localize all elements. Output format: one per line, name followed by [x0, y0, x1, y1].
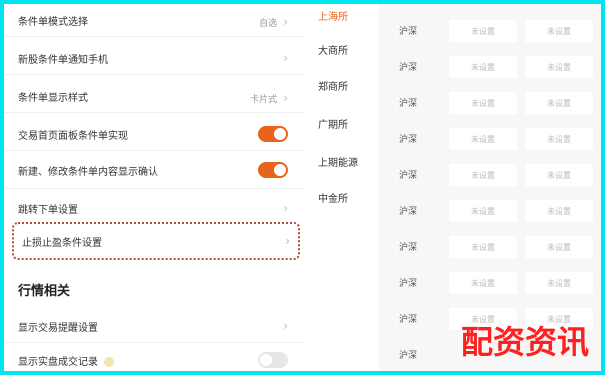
- grid-label: 沪深: [399, 99, 418, 109]
- grid-cell[interactable]: 未设置: [525, 236, 593, 258]
- setting-label: 止损止盈条件设置: [22, 237, 102, 249]
- grid-cell[interactable]: 未设置: [449, 164, 517, 186]
- exchange-item[interactable]: 大商所: [318, 42, 368, 57]
- exchange-item[interactable]: 郑商所: [318, 78, 368, 93]
- chevron-right-icon: ›: [283, 14, 288, 29]
- grid-label: 沪深: [399, 207, 418, 217]
- setting-row-notify-phone[interactable]: 新股条件单通知手机 ›: [18, 44, 288, 72]
- exchange-item[interactable]: 上期能源: [318, 154, 368, 169]
- exchange-list: 上海所 大商所 郑商所 广期所 上期能源 中金所: [304, 4, 379, 371]
- grid-cell[interactable]: 未设置: [525, 128, 593, 150]
- app-frame: 条件单模式选择 自选 › 新股条件单通知手机 › 条件单显示样式 卡片式 › 交易首…: [4, 4, 601, 371]
- setting-label: 显示实盘成交记录: [18, 353, 114, 368]
- setting-label: 新建、修改条件单内容显示确认: [18, 166, 158, 178]
- section-title: 行情相关: [18, 284, 71, 299]
- grid-label: 沪深: [399, 27, 418, 37]
- grid-row: 沪深 未设置 未设置: [379, 232, 601, 262]
- grid-label: 沪深: [399, 135, 418, 145]
- divider: [4, 36, 304, 37]
- exchange-item[interactable]: 广期所: [318, 116, 368, 131]
- settings-panel: 条件单模式选择 自选 › 新股条件单通知手机 › 条件单显示样式 卡片式 › 交易首…: [4, 4, 304, 371]
- grid-cell[interactable]: 未设置: [525, 92, 593, 114]
- exchange-item[interactable]: 上海所: [318, 8, 368, 23]
- divider: [4, 342, 304, 343]
- grid-label: 沪深: [399, 279, 418, 289]
- grid-label: 沪深: [399, 315, 418, 325]
- setting-row-trade-reminder[interactable]: 显示交易提醒设置 ›: [18, 312, 288, 340]
- grid-label: 沪深: [399, 171, 418, 181]
- setting-label: 条件单显示样式: [18, 92, 88, 104]
- divider: [4, 74, 304, 75]
- grid-cell[interactable]: 未设置: [525, 56, 593, 78]
- grid-label: 沪深: [399, 63, 418, 73]
- setting-label: 显示交易提醒设置: [18, 322, 98, 334]
- setting-value: 自选: [259, 18, 278, 29]
- grid-cell[interactable]: 未设置: [525, 272, 593, 294]
- grid-row: 沪深 未设置 未设置: [379, 124, 601, 154]
- setting-label: 新股条件单通知手机: [18, 54, 108, 66]
- grid-label: 沪深: [399, 351, 418, 361]
- setting-row-display-style[interactable]: 条件单显示样式 卡片式 ›: [18, 82, 288, 110]
- setting-label: 交易首页面板条件单实现: [18, 130, 128, 142]
- setting-label: 跳转下单设置: [18, 204, 78, 216]
- chevron-right-icon: ›: [283, 201, 288, 215]
- grid-cell[interactable]: 未设置: [449, 128, 517, 150]
- grid-cell[interactable]: 未设置: [449, 92, 517, 114]
- grid-label: 沪深: [399, 243, 418, 253]
- grid-row: 沪深 未设置 未设置: [379, 196, 601, 226]
- contract-grid: 沪深 未设置 未设置 沪深 未设置 未设置 沪深 未设置 未设置 沪深 未设置 …: [379, 4, 601, 371]
- chevron-right-icon: ›: [283, 319, 288, 333]
- divider: [4, 188, 304, 189]
- grid-row: 沪深 未设置 未设置: [379, 16, 601, 46]
- grid-row: 沪深 未设置 未设置: [379, 268, 601, 298]
- chevron-right-icon: ›: [283, 51, 288, 65]
- setting-row-confirm[interactable]: 新建、修改条件单内容显示确认: [18, 156, 288, 184]
- exchange-item[interactable]: 中金所: [318, 190, 368, 205]
- toggle-switch[interactable]: [258, 352, 288, 368]
- grid-cell[interactable]: 未设置: [449, 236, 517, 258]
- grid-cell[interactable]: 未设置: [525, 20, 593, 42]
- grid-cell[interactable]: 未设置: [449, 200, 517, 222]
- grid-cell[interactable]: 未设置: [449, 56, 517, 78]
- grid-cell[interactable]: 未设置: [525, 200, 593, 222]
- grid-row: 沪深 未设置 未设置: [379, 88, 601, 118]
- grid-row: 沪深 未设置 未设置: [379, 52, 601, 82]
- setting-row-order-jump[interactable]: 跳转下单设置 ›: [18, 194, 288, 222]
- setting-label-text: 显示实盘成交记录: [18, 356, 98, 368]
- setting-label: 条件单模式选择: [18, 16, 88, 28]
- setting-row-realtime[interactable]: 显示实盘成交记录: [18, 346, 288, 371]
- watermark-text: 配资资讯: [460, 323, 589, 361]
- info-icon: [104, 356, 114, 367]
- divider: [4, 112, 304, 113]
- grid-cell[interactable]: 未设置: [449, 20, 517, 42]
- setting-value: 卡片式: [250, 94, 278, 105]
- divider: [4, 150, 304, 151]
- chevron-right-icon: ›: [283, 90, 288, 105]
- grid-cell[interactable]: 未设置: [449, 272, 517, 294]
- toggle-switch[interactable]: [258, 126, 288, 142]
- setting-row-condition-mode[interactable]: 条件单模式选择 自选 ›: [18, 6, 288, 34]
- grid-cell[interactable]: 未设置: [525, 164, 593, 186]
- toggle-switch[interactable]: [258, 162, 288, 178]
- setting-row-home-panel[interactable]: 交易首页面板条件单实现: [18, 120, 288, 148]
- grid-row: 沪深 未设置 未设置: [379, 160, 601, 190]
- setting-row-stop-loss[interactable]: 止损止盈条件设置 ›: [12, 222, 300, 260]
- chevron-right-icon: ›: [285, 234, 290, 248]
